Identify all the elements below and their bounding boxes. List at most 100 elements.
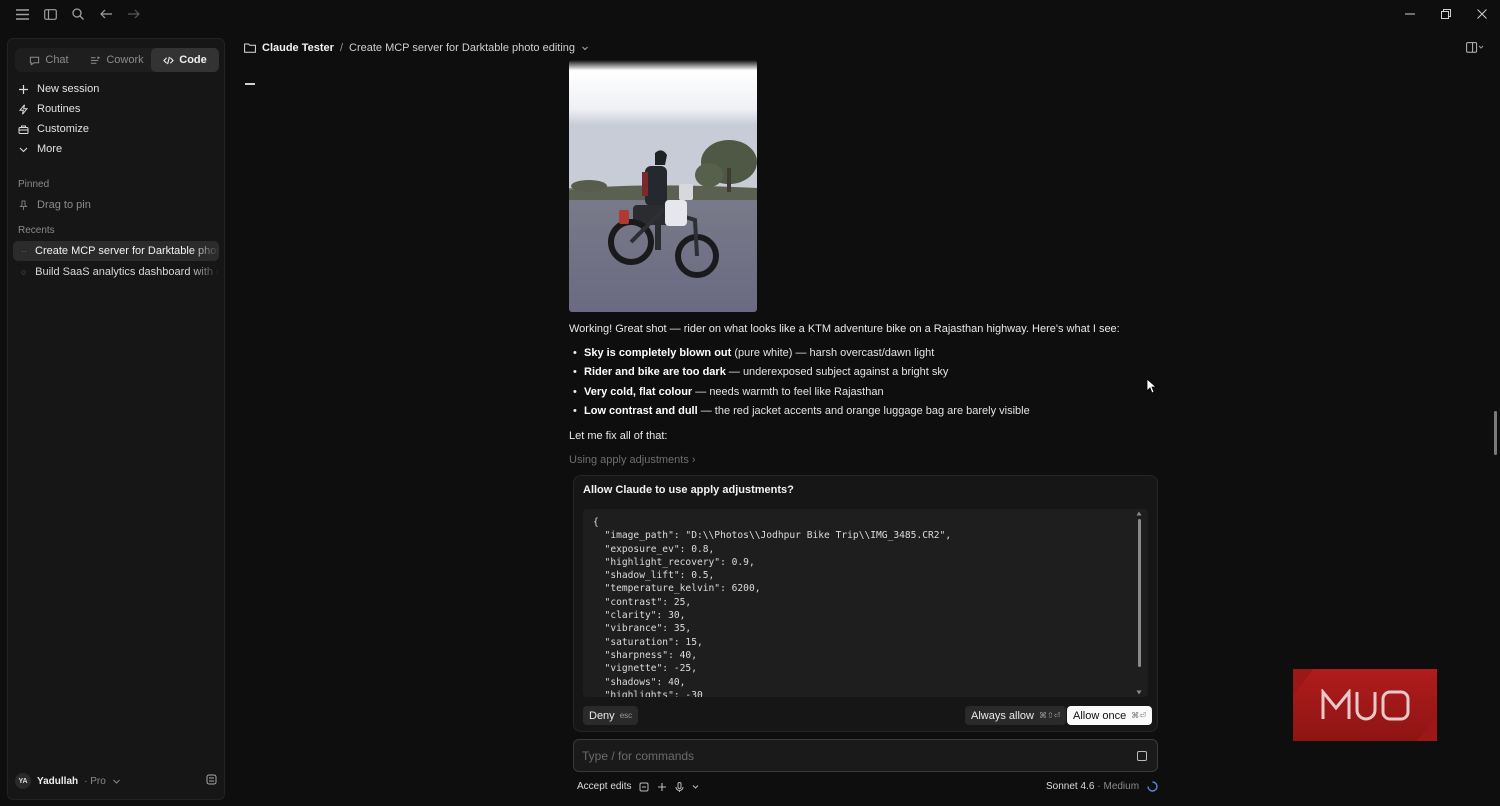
chevron-down-icon[interactable] (692, 783, 699, 790)
muo-logo (1293, 669, 1437, 741)
title-bar (0, 0, 1500, 28)
bullet-text: — underexposed subject against a bright … (725, 366, 949, 378)
deny-label: Deny (589, 709, 615, 722)
allow-once-button[interactable]: Allow once ⌘⏎ (1067, 706, 1152, 725)
loading-spinner-icon (1147, 781, 1158, 792)
accept-edits-toggle[interactable]: Accept edits (577, 781, 631, 792)
assistant-outro: Let me fix all of that: (569, 430, 668, 442)
close-icon[interactable] (1474, 6, 1490, 22)
routines-label: Routines (37, 103, 81, 115)
stop-icon[interactable] (1137, 751, 1147, 761)
bullet-bold: Very cold, flat colour (584, 386, 693, 398)
customize-label: Customize (37, 123, 89, 135)
tool-use-indicator[interactable]: Using apply adjustments › (569, 454, 696, 466)
search-icon[interactable] (70, 6, 86, 22)
code-icon (163, 56, 175, 64)
panel-toggle-icon[interactable] (1466, 42, 1484, 56)
chevron-down-icon (19, 147, 28, 152)
composer-toolbar: Accept edits (577, 781, 699, 792)
bullet-text: (pure white) — harsh overcast/dawn light (731, 347, 935, 359)
user-plan: · Pro (84, 775, 106, 787)
breadcrumb: Claude Tester / Create MCP server for Da… (244, 38, 589, 58)
minimize-icon[interactable] (1402, 6, 1418, 22)
scrollbar-thumb[interactable] (1494, 411, 1497, 455)
recent-session-label: Build SaaS analytics dashboard with char… (35, 266, 219, 278)
prompt-box (573, 739, 1158, 772)
new-session-button[interactable]: New session (18, 79, 218, 99)
attached-photo (569, 60, 757, 312)
tab-cowork-label: Cowork (106, 54, 144, 66)
model-name: Sonnet 4.6 (1046, 781, 1095, 792)
chat-icon (30, 56, 40, 66)
always-allow-button[interactable]: Always allow ⌘⇧⏎ (965, 706, 1067, 725)
model-selector[interactable]: Sonnet 4.6 · Medium (1046, 781, 1158, 792)
plus-icon[interactable] (657, 782, 667, 792)
project-name[interactable]: Claude Tester (262, 42, 334, 54)
prompt-input[interactable] (582, 748, 1122, 763)
tab-code[interactable]: Code (151, 48, 219, 72)
sidebar: Chat Cowork Code New session Routines Cu… (7, 38, 225, 800)
permission-title: Allow Claude to use apply adjustments? (583, 484, 794, 496)
session-running-icon: ·· (21, 246, 27, 256)
list-item: Sky is completely blown out (pure white)… (573, 347, 934, 359)
routines-icon (18, 103, 29, 115)
drag-to-pin-label: Drag to pin (37, 199, 91, 211)
restore-icon[interactable] (1438, 6, 1454, 22)
tab-code-label: Code (179, 54, 207, 66)
tab-chat[interactable]: Chat (15, 48, 83, 72)
more-button[interactable]: More (18, 139, 218, 159)
forward-arrow-icon[interactable] (126, 6, 142, 22)
attach-icon[interactable] (639, 782, 649, 792)
tab-chat-label: Chat (45, 54, 69, 66)
permission-dialog: Allow Claude to use apply adjustments? {… (573, 475, 1158, 732)
tool-arguments-code[interactable]: { "image_path": "D:\\Photos\\Jodhpur Bik… (583, 509, 1148, 697)
settings-icon[interactable] (206, 774, 217, 788)
routines-button[interactable]: Routines (18, 99, 218, 119)
folder-icon (244, 43, 256, 53)
list-item: Rider and bike are too dark — underexpos… (573, 366, 948, 378)
always-allow-shortcut: ⌘⇧⏎ (1038, 711, 1061, 720)
back-arrow-icon[interactable] (98, 6, 114, 22)
deny-button[interactable]: Deny esc (583, 706, 639, 725)
recent-session-label: Create MCP server for Darktable photo ed… (35, 245, 219, 257)
session-idle-icon: ○ (21, 267, 27, 277)
avatar: YA (15, 773, 31, 789)
microphone-icon[interactable] (675, 781, 684, 792)
session-title[interactable]: Create MCP server for Darktable photo ed… (349, 42, 575, 54)
tab-cowork[interactable]: Cowork (83, 48, 151, 72)
allow-once-shortcut: ⌘⏎ (1131, 711, 1146, 720)
bullet-bold: Sky is completely blown out (584, 347, 732, 359)
breadcrumb-separator: / (339, 42, 343, 54)
customize-icon (18, 125, 29, 134)
mode-switcher: Chat Cowork Code (15, 48, 219, 72)
menu-icon[interactable] (14, 6, 30, 22)
always-allow-label: Always allow (971, 709, 1034, 722)
assistant-intro: Working! Great shot — rider on what look… (569, 323, 1120, 335)
bullet-text: — needs warmth to feel like Rajasthan (692, 386, 884, 398)
sidebar-toggle-icon[interactable] (42, 6, 58, 22)
code-scrollbar[interactable] (1138, 519, 1141, 667)
user-name: Yadullah (37, 775, 79, 787)
pinned-heading: Pinned (18, 179, 50, 190)
list-item: Very cold, flat colour — needs warmth to… (573, 386, 884, 398)
cowork-icon (91, 55, 101, 64)
scroll-up-icon[interactable] (1136, 511, 1142, 516)
recents-heading: Recents (18, 225, 55, 236)
chevron-down-icon[interactable] (581, 44, 589, 52)
deny-shortcut: esc (619, 711, 633, 720)
new-session-label: New session (37, 83, 100, 95)
scroll-down-icon[interactable] (1136, 690, 1142, 695)
bullet-text: — the red jacket accents and orange lugg… (697, 405, 1030, 417)
code-content: { "image_path": "D:\\Photos\\Jodhpur Bik… (593, 517, 952, 697)
conversation-scrollbar[interactable] (1491, 58, 1497, 476)
recent-session-item[interactable]: ·· Create MCP server for Darktable photo… (13, 241, 219, 261)
allow-once-label: Allow once (1073, 709, 1127, 722)
customize-button[interactable]: Customize (18, 119, 218, 139)
effort-level: · Medium (1097, 781, 1140, 792)
mouse-cursor-icon (1146, 378, 1158, 394)
recent-session-item[interactable]: ○ Build SaaS analytics dashboard with ch… (13, 262, 219, 282)
list-item: Low contrast and dull — the red jacket a… (573, 405, 1030, 417)
pin-icon (19, 200, 28, 210)
user-menu[interactable]: YA Yadullah · Pro (15, 771, 219, 791)
muo-logo-text (1321, 689, 1410, 721)
